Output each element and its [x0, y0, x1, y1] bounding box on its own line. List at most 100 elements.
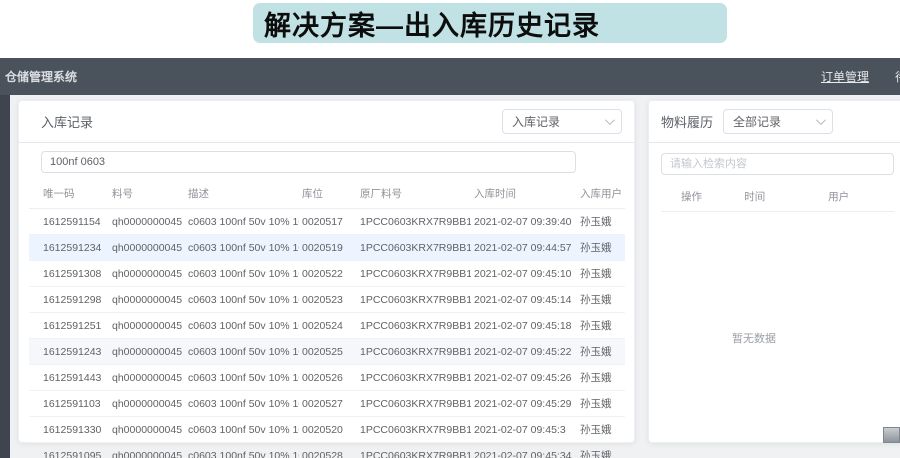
cell-desc: c0603 100nf 50v 10% 104 — [185, 391, 299, 417]
cell-uid: 1612591308 — [29, 261, 109, 287]
cell-uid: 1612591243 — [29, 339, 109, 365]
table-row[interactable]: 1612591234 qh0000000045 c0603 100nf 50v … — [29, 235, 625, 261]
cell-part-no: qh0000000045 — [109, 287, 185, 313]
table-row[interactable]: 1612591103 qh0000000045 c0603 100nf 50v … — [29, 391, 625, 417]
cell-location: 0020524 — [299, 313, 357, 339]
cell-part-no: qh0000000045 — [109, 417, 185, 443]
cell-location: 0020528 — [299, 443, 357, 458]
cell-uid: 1612591095 — [29, 443, 109, 458]
cell-inbound-user: 孙玉娥 — [577, 339, 625, 365]
cell-part-no: qh0000000045 — [109, 209, 185, 235]
cell-inbound-user: 孙玉娥 — [577, 313, 625, 339]
cell-mfr-part-no: 1PCC0603KRX7R9BB104 — [357, 443, 471, 458]
cell-location: 0020527 — [299, 391, 357, 417]
cell-mfr-part-no: 1PCC0603KRX7R9BB104 — [357, 287, 471, 313]
cell-inbound-time: 2021-02-07 09:45:22 — [471, 339, 577, 365]
inbound-records-table: 唯一码 料号 描述 库位 原厂料号 入库时间 入库用户 — [29, 178, 625, 458]
cell-part-no: qh0000000045 — [109, 261, 185, 287]
cell-desc: c0603 100nf 50v 10% 104 — [185, 339, 299, 365]
history-table-header: 操作 时间 用户 — [661, 181, 894, 212]
cell-desc: c0603 100nf 50v 10% 104 — [185, 261, 299, 287]
cell-location: 0020526 — [299, 365, 357, 391]
cell-inbound-user: 孙玉娥 — [577, 287, 625, 313]
inbound-table-header: 唯一码 料号 描述 库位 原厂料号 入库时间 入库用户 — [29, 178, 625, 209]
inbound-records-panel: 入库记录 入库记录 唯一码 料号 描述 库位 原厂料号 — [18, 100, 635, 443]
navbar-menu: 订单管理 待 — [821, 68, 900, 85]
table-row[interactable]: 1612591330 qh0000000045 c0603 100nf 50v … — [29, 417, 625, 443]
nav-item-order-management[interactable]: 订单管理 — [821, 68, 869, 85]
history-filter-select-value: 全部记录 — [733, 113, 781, 130]
table-row[interactable]: 1612591308 qh0000000045 c0603 100nf 50v … — [29, 261, 625, 287]
cell-inbound-time: 2021-02-07 09:45:14 — [471, 287, 577, 313]
cell-location: 0020517 — [299, 209, 357, 235]
main-content: 入库记录 入库记录 唯一码 料号 描述 库位 原厂料号 — [0, 95, 900, 458]
cell-inbound-user: 孙玉娥 — [577, 209, 625, 235]
cell-location: 0020520 — [299, 417, 357, 443]
cell-inbound-user: 孙玉娥 — [577, 235, 625, 261]
cell-mfr-part-no: 1PCC0603KRX7R9BB104 — [357, 339, 471, 365]
cell-inbound-user: 孙玉娥 — [577, 417, 625, 443]
cell-mfr-part-no: 1PCC0603KRX7R9BB104 — [357, 417, 471, 443]
history-panel-header: 物料履历 全部记录 — [649, 101, 900, 143]
material-history-panel: 物料履历 全部记录 操作 时间 用户 — [648, 100, 900, 443]
cell-inbound-user: 孙玉娥 — [577, 443, 625, 458]
cell-inbound-user: 孙玉娥 — [577, 391, 625, 417]
col-header-inbound-time: 入库时间 — [471, 178, 577, 209]
record-type-select-value: 入库记录 — [512, 113, 560, 130]
cell-part-no: qh0000000045 — [109, 313, 185, 339]
table-row[interactable]: 1612591443 qh0000000045 c0603 100nf 50v … — [29, 365, 625, 391]
inbound-table-body: 1612591154 qh0000000045 c0603 100nf 50v … — [29, 209, 625, 458]
cell-uid: 1612591443 — [29, 365, 109, 391]
table-row[interactable]: 1612591154 qh0000000045 c0603 100nf 50v … — [29, 209, 625, 235]
inbound-search-input[interactable] — [41, 151, 576, 173]
table-row[interactable]: 1612591298 qh0000000045 c0603 100nf 50v … — [29, 287, 625, 313]
cell-desc: c0603 100nf 50v 10% 104 — [185, 443, 299, 458]
cell-inbound-time: 2021-02-07 09:45:34 — [471, 443, 577, 458]
cell-desc: c0603 100nf 50v 10% 104 — [185, 287, 299, 313]
cell-uid: 1612591154 — [29, 209, 109, 235]
inbound-panel-header: 入库记录 入库记录 — [19, 101, 634, 143]
cell-inbound-user: 孙玉娥 — [577, 365, 625, 391]
table-row[interactable]: 1612591251 qh0000000045 c0603 100nf 50v … — [29, 313, 625, 339]
cell-mfr-part-no: 1PCC0603KRX7R9BB104 — [357, 313, 471, 339]
history-filter-select[interactable]: 全部记录 — [723, 109, 833, 134]
app-brand: 仓储管理系统 — [5, 68, 77, 85]
cell-inbound-time: 2021-02-07 09:45:18 — [471, 313, 577, 339]
col-header-user: 用户 — [824, 181, 894, 212]
slide-title-banner: 解决方案—出入库历史记录 — [253, 3, 727, 43]
cell-inbound-time: 2021-02-07 09:45:29 — [471, 391, 577, 417]
table-row[interactable]: 1612591095 qh0000000045 c0603 100nf 50v … — [29, 443, 625, 458]
nav-item-clipped[interactable]: 待 — [895, 68, 900, 85]
cell-mfr-part-no: 1PCC0603KRX7R9BB104 — [357, 365, 471, 391]
cell-mfr-part-no: 1PCC0603KRX7R9BB104 — [357, 235, 471, 261]
cell-location: 0020522 — [299, 261, 357, 287]
cell-uid: 1612591298 — [29, 287, 109, 313]
cell-uid: 1612591330 — [29, 417, 109, 443]
cell-location: 0020519 — [299, 235, 357, 261]
history-search-input[interactable] — [661, 153, 894, 175]
cell-inbound-time: 2021-02-07 09:39:40 — [471, 209, 577, 235]
col-header-inbound-user: 入库用户 — [577, 178, 625, 209]
cell-inbound-user: 孙玉娥 — [577, 261, 625, 287]
scrollbar-corner[interactable] — [883, 427, 900, 443]
cell-part-no: qh0000000045 — [109, 235, 185, 261]
col-header-uid: 唯一码 — [29, 178, 109, 209]
cell-uid: 1612591103 — [29, 391, 109, 417]
cell-uid: 1612591251 — [29, 313, 109, 339]
cell-part-no: qh0000000045 — [109, 391, 185, 417]
col-header-location: 库位 — [299, 178, 357, 209]
cell-desc: c0603 100nf 50v 10% 104 — [185, 417, 299, 443]
inbound-panel-title: 入库记录 — [41, 112, 93, 131]
table-row[interactable]: 1612591243 qh0000000045 c0603 100nf 50v … — [29, 339, 625, 365]
col-header-part-no: 料号 — [109, 178, 185, 209]
cell-mfr-part-no: 1PCC0603KRX7R9BB104 — [357, 209, 471, 235]
cell-location: 0020525 — [299, 339, 357, 365]
col-header-operation: 操作 — [661, 181, 740, 212]
cell-desc: c0603 100nf 50v 10% 104 — [185, 209, 299, 235]
cell-inbound-time: 2021-02-07 09:44:57 — [471, 235, 577, 261]
slide-title: 解决方案—出入库历史记录 — [264, 4, 600, 43]
app-window: 仓储管理系统 订单管理 待 入库记录 入库记录 — [0, 58, 900, 458]
slide: 解决方案—出入库历史记录 仓储管理系统 订单管理 待 入库记录 入库记录 — [0, 0, 900, 458]
history-panel-title: 物料履历 — [661, 112, 713, 131]
record-type-select[interactable]: 入库记录 — [502, 109, 622, 134]
